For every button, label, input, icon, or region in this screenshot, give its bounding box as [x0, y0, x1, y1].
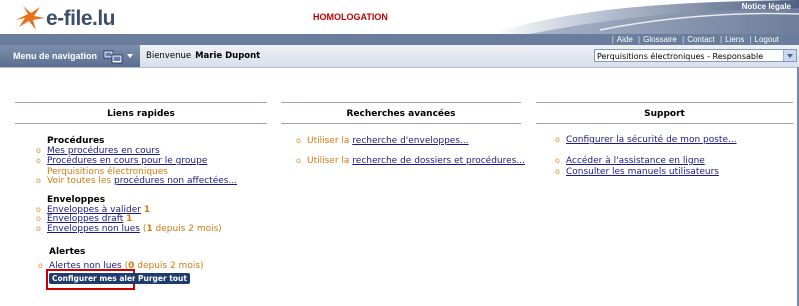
support-panel: Support	[536, 102, 793, 124]
envelopes-to-validate-count: 1	[143, 205, 151, 215]
alerts-unread-suffix: depuis 2 mois)	[137, 261, 204, 271]
envelopes-title: Enveloppes	[47, 195, 106, 205]
navigation-menu-label: Menu de navigation	[13, 51, 98, 61]
list-item: Consulter les manuels utilisateurs	[555, 166, 719, 178]
envelopes-unread-detail: (1 depuis 2 mois)	[143, 224, 222, 234]
user-manuals-link[interactable]: Consulter les manuels utilisateurs	[566, 167, 719, 177]
liens-link[interactable]: Liens	[725, 35, 744, 44]
procedures-title: Procédures	[47, 136, 105, 146]
select-arrow-icon[interactable]	[783, 50, 796, 61]
computer-network-icon	[103, 50, 123, 64]
security-config-link[interactable]: Configurer la sécurité de mon poste...	[566, 135, 737, 145]
list-item: Utiliser la recherche d'enveloppes...	[296, 135, 469, 147]
purge-all-button[interactable]: Purger tout	[135, 273, 190, 284]
list-item: Utiliser la recherche de dossiers et pro…	[296, 155, 525, 167]
use-prefix: Utiliser la	[307, 156, 350, 166]
quick-links-panel: Liens rapides	[15, 102, 267, 124]
all-procedures-prefix: Voir toutes les	[47, 176, 112, 186]
support-title: Support	[536, 102, 793, 124]
envelopes-unread-link[interactable]: Enveloppes non lues	[47, 224, 140, 234]
advanced-search-title: Recherches avancées	[281, 102, 521, 124]
contact-link[interactable]: Contact	[687, 35, 715, 44]
envelopes-unread-suffix: depuis 2 mois)	[155, 224, 222, 234]
chevron-down-icon	[127, 54, 133, 58]
navigation-menu-button[interactable]: Menu de navigation	[0, 45, 140, 67]
top-menu-links: | Aide | Glossaire | Contact | Liens | Logout	[611, 35, 779, 44]
my-procedures-link[interactable]: Mes procédures en cours	[47, 146, 160, 156]
user-name: Marie Dupont	[195, 51, 261, 61]
envelopes-draft-link[interactable]: Enveloppes draft	[47, 214, 123, 224]
envelopes-unread-count: 1	[146, 224, 153, 234]
app-header: e-file.lu HOMOLOGATION Notice légale	[0, 0, 799, 34]
navigation-bar: Menu de navigation Bienvenue Marie Dupont…	[0, 45, 799, 68]
envelope-search-link[interactable]: recherche d'enveloppes...	[352, 136, 468, 146]
list-item: Enveloppes non lues (1 depuis 2 mois)	[36, 223, 222, 235]
quick-links-title: Liens rapides	[15, 102, 267, 124]
role-select[interactable]: Perquisitions électroniques - Responsabl…	[594, 49, 797, 62]
e-file-logo-icon	[16, 6, 45, 30]
welcome-label: Bienvenue	[146, 51, 192, 61]
app-logo-text[interactable]: e-file.lu	[46, 7, 116, 31]
environment-label: HOMOLOGATION	[313, 12, 388, 22]
list-item: Configurer la sécurité de mon poste...	[555, 134, 737, 146]
glossaire-link[interactable]: Glossaire	[643, 35, 677, 44]
top-menu-bar: | Aide | Glossaire | Contact | Liens | Logout	[0, 34, 799, 45]
list-item: Accéder à l'assistance en ligne	[555, 155, 705, 167]
online-assistance-link[interactable]: Accéder à l'assistance en ligne	[566, 156, 705, 166]
notice-legale-link[interactable]: Notice légale	[742, 2, 791, 11]
alerts-title: Alertes	[49, 247, 86, 257]
advanced-search-panel: Recherches avancées	[281, 102, 521, 124]
files-search-link[interactable]: recherche de dossiers et procédures...	[352, 156, 525, 166]
envelopes-draft-count: 1	[126, 214, 133, 224]
group-procedures-link[interactable]: Procédures en cours pour le groupe	[47, 156, 207, 166]
list-item: Procédures en cours pour le groupe Perqu…	[36, 155, 267, 178]
logout-link[interactable]: Logout	[755, 35, 779, 44]
list-item: Voir toutes les procédures non affectées…	[36, 175, 237, 187]
welcome-message: Bienvenue Marie Dupont	[146, 51, 260, 61]
role-selected-value: Perquisitions électroniques - Responsabl…	[597, 52, 764, 61]
alerts-unread-detail: (0 depuis 2 mois)	[125, 261, 204, 271]
aide-link[interactable]: Aide	[617, 35, 633, 44]
use-prefix: Utiliser la	[307, 136, 350, 146]
unassigned-procedures-link[interactable]: procédures non affectées...	[114, 176, 237, 186]
